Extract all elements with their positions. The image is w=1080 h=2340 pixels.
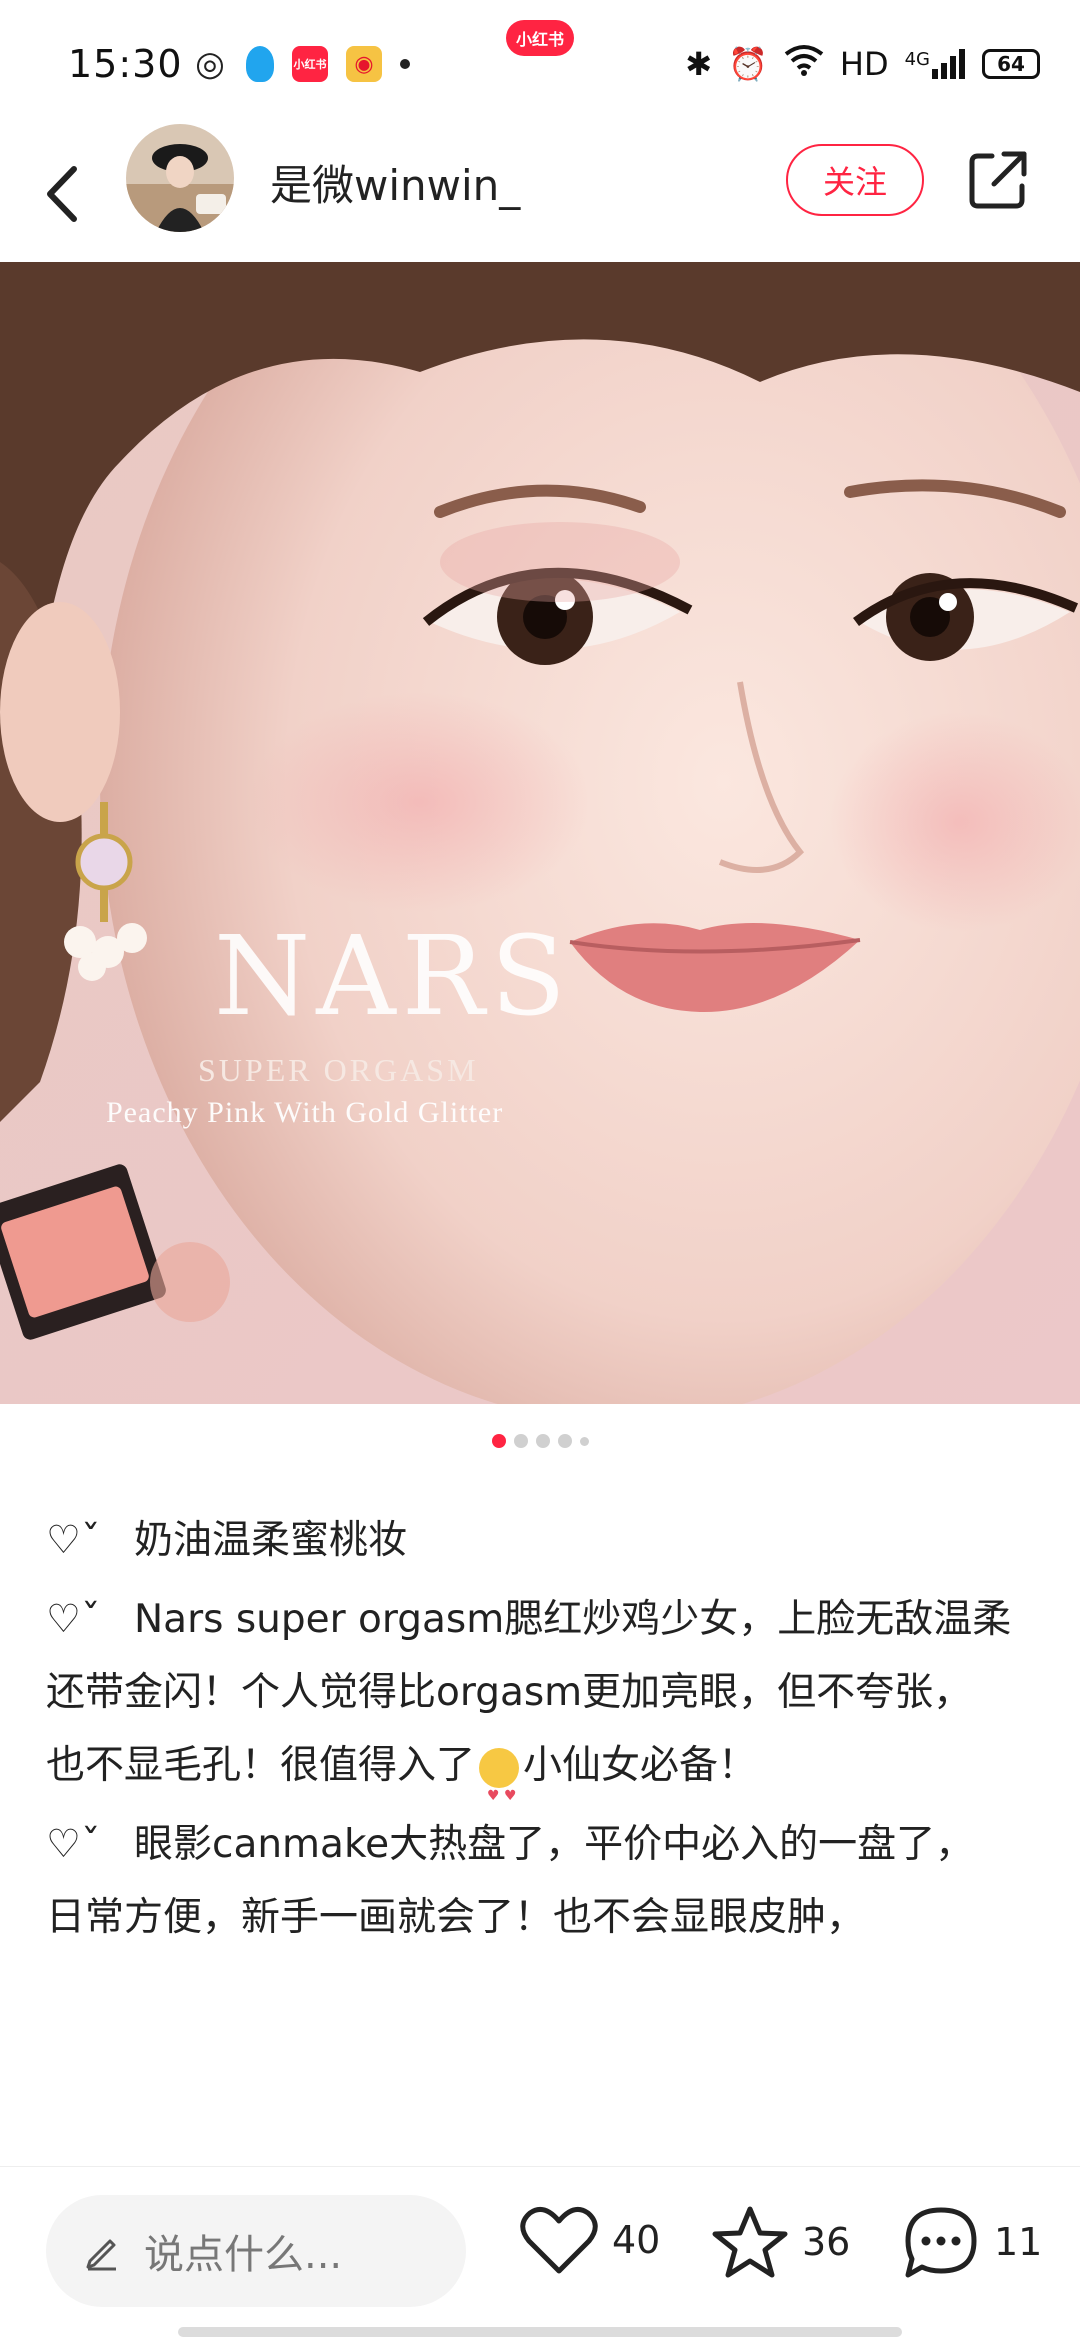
status-time: 15:30 xyxy=(68,42,183,86)
comment-placeholder: 说点什么... xyxy=(144,2232,343,2278)
comment-count: 11 xyxy=(994,2220,1043,2264)
bluetooth-icon: ✱ xyxy=(685,45,713,83)
heart-bullet: ♡ˇ xyxy=(46,1518,101,1563)
collect-button[interactable]: 36 xyxy=(712,2205,850,2279)
carousel-dot xyxy=(535,1434,550,1448)
signal-icon: 4G xyxy=(905,49,966,79)
xiaohongshu-app-icon: 小红书 xyxy=(292,46,328,82)
wifi-icon xyxy=(784,44,824,84)
collect-count: 36 xyxy=(802,2220,851,2264)
like-button[interactable]: 40 xyxy=(520,2205,660,2275)
chat-bubble-icon xyxy=(905,2207,977,2278)
carousel-dot xyxy=(513,1434,528,1448)
back-button[interactable] xyxy=(36,164,86,224)
star-icon xyxy=(712,2206,788,2278)
swirl-app-icon: ◎ xyxy=(195,44,225,84)
home-indicator[interactable] xyxy=(178,2327,902,2337)
share-icon xyxy=(969,151,1027,209)
post-caption: ♡ˇ 奶油温柔蜜桃妆 ♡ˇ Nars super orgasm腮红炒鸡少女，上脸无敌… xyxy=(46,1504,1036,1960)
signal-type: 4G xyxy=(904,49,930,70)
heart-bullet: ♡ˇ xyxy=(46,1597,101,1642)
more-notifications-dot xyxy=(400,59,410,69)
heart-icon xyxy=(520,2206,598,2274)
follow-button[interactable]: 关注 xyxy=(786,144,924,216)
qq-icon xyxy=(246,46,274,82)
caption-line: 也不显毛孔！很值得入了 ♥ ♥ 小仙女必备！ xyxy=(46,1743,758,1804)
heart-bullet: ♡ˇ xyxy=(46,1822,101,1867)
weibo-icon: ◉ xyxy=(346,46,382,82)
notification-icons: ◎ 小红书 ◉ xyxy=(192,44,410,84)
system-status: ✱ ⏰ HD 4G 64 xyxy=(685,44,1040,84)
shade-name: Peachy Pink With Gold Glitter xyxy=(106,1096,504,1129)
product-name: SUPER ORGASM xyxy=(198,1052,479,1088)
carousel-dot xyxy=(579,1436,589,1446)
alarm-icon: ⏰ xyxy=(728,45,768,83)
kiss-face-emoji-icon: ♥ ♥ xyxy=(479,1747,520,1804)
status-bar: 15:30 ◎ 小红书 ◉ 小红书 ✱ ⏰ HD 4G 64 xyxy=(0,0,1080,130)
caption-line: 日常方便，新手一画就会了！也不会显眼皮肿， xyxy=(46,1895,866,1940)
caption-line: ♡ˇ Nars super orgasm腮红炒鸡少女，上脸无敌温柔 xyxy=(46,1583,1036,1656)
chevron-left-icon xyxy=(47,166,77,222)
caption-line: ♡ˇ 眼影canmake大热盘了，平价中必入的一盘了， xyxy=(46,1808,1036,1881)
network-type: HD xyxy=(839,45,889,83)
carousel-indicator xyxy=(0,1434,1080,1448)
post-image[interactable]: NARS SUPER ORGASM Peachy Pink With Gold … xyxy=(0,262,1080,1404)
author-name[interactable]: 是微winwin_ xyxy=(270,152,520,213)
pencil-icon xyxy=(86,2239,116,2271)
battery-icon: 64 xyxy=(982,49,1040,79)
caption-line: ♡ˇ 奶油温柔蜜桃妆 xyxy=(46,1504,1036,1577)
share-button[interactable] xyxy=(966,148,1030,212)
like-count: 40 xyxy=(612,2218,661,2262)
author-avatar[interactable] xyxy=(126,124,234,232)
bottom-action-bar: 说点什么... 40 36 11 xyxy=(0,2166,1080,2340)
app-badge: 小红书 xyxy=(506,20,574,56)
brand-logo: NARS xyxy=(214,912,572,1040)
comment-button[interactable]: 11 xyxy=(902,2205,1042,2279)
comment-input[interactable]: 说点什么... xyxy=(46,2195,466,2307)
carousel-dot xyxy=(557,1434,572,1448)
carousel-dot xyxy=(491,1434,506,1448)
caption-line: 还带金闪！个人觉得比orgasm更加亮眼，但不夸张， xyxy=(46,1670,973,1715)
